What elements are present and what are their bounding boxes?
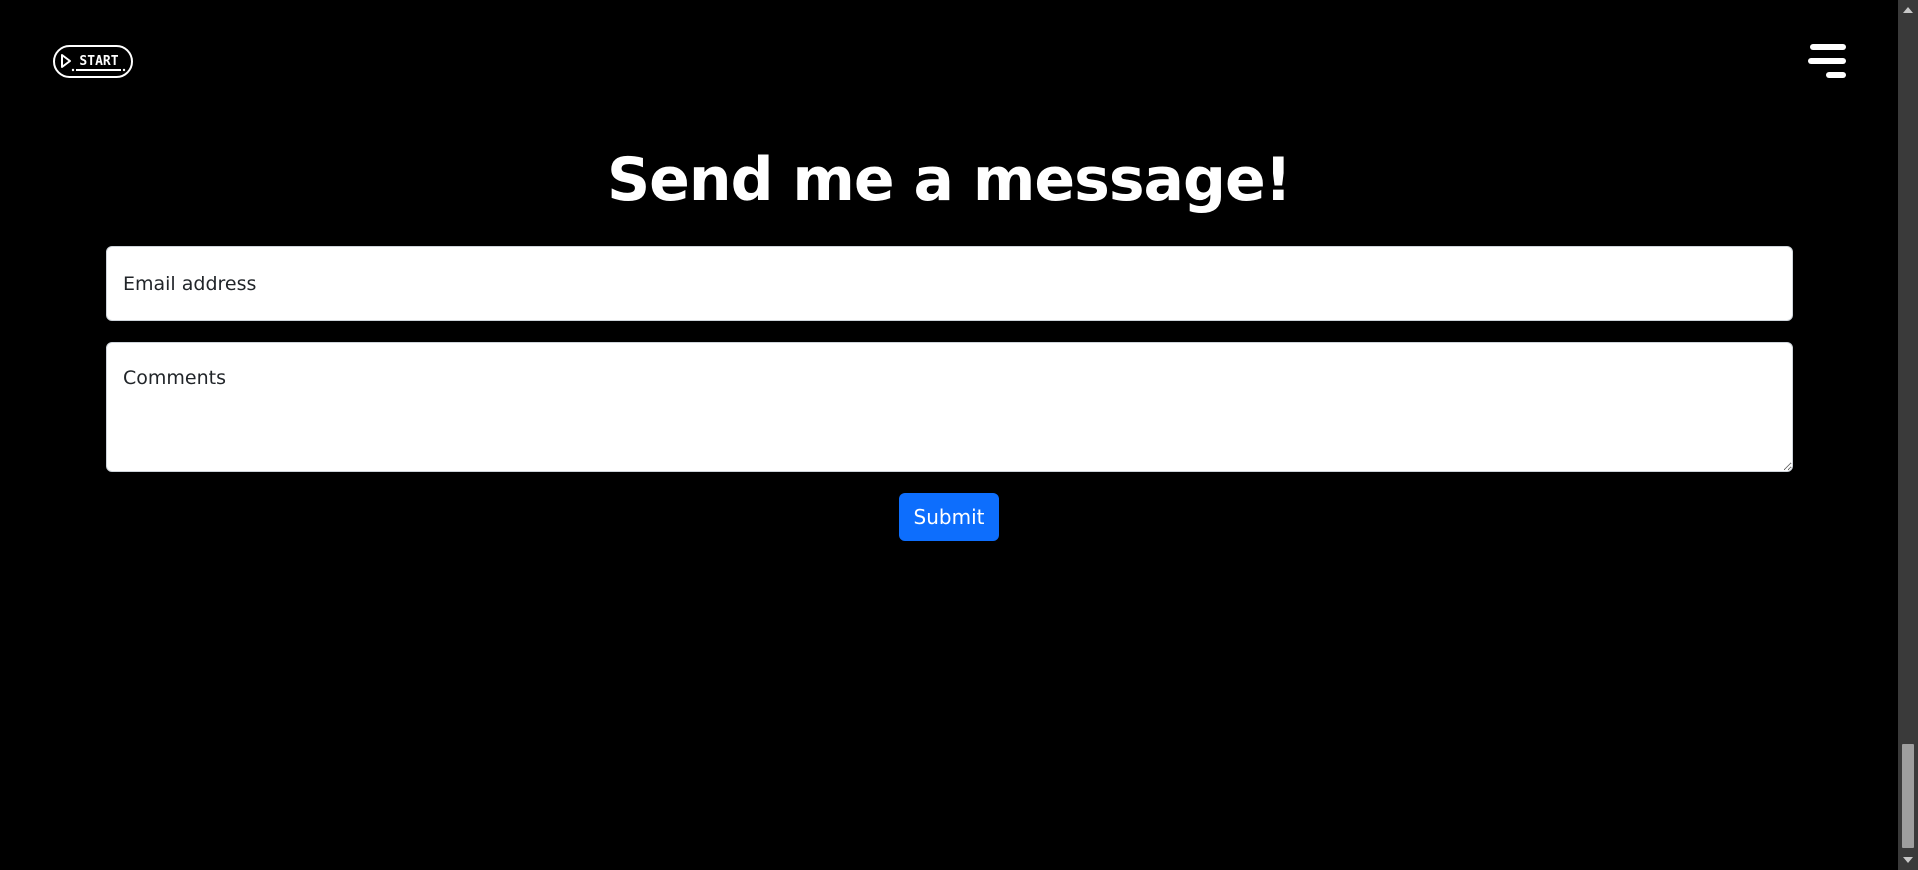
start-logo[interactable]: START bbox=[53, 45, 133, 78]
logo-text: START bbox=[79, 54, 118, 69]
hamburger-menu-icon[interactable] bbox=[1808, 44, 1850, 78]
start-logo-icon: START bbox=[53, 45, 133, 78]
menu-bar-bottom bbox=[1826, 72, 1846, 78]
browser-viewport: START Send me a message! Submit bbox=[0, 0, 1918, 870]
scroll-down-arrow-icon[interactable] bbox=[1898, 852, 1918, 868]
scrollbar-thumb[interactable] bbox=[1902, 744, 1914, 848]
menu-bar-top bbox=[1810, 44, 1846, 50]
comments-field[interactable] bbox=[106, 342, 1793, 472]
scroll-up-arrow-icon[interactable] bbox=[1898, 2, 1918, 18]
page-title: Send me a message! bbox=[606, 145, 1292, 215]
menu-bar-middle bbox=[1808, 58, 1846, 64]
contact-page: START Send me a message! Submit bbox=[0, 0, 1898, 870]
vertical-scrollbar[interactable] bbox=[1898, 0, 1918, 870]
submit-button[interactable]: Submit bbox=[899, 493, 999, 541]
email-field[interactable] bbox=[106, 246, 1793, 321]
